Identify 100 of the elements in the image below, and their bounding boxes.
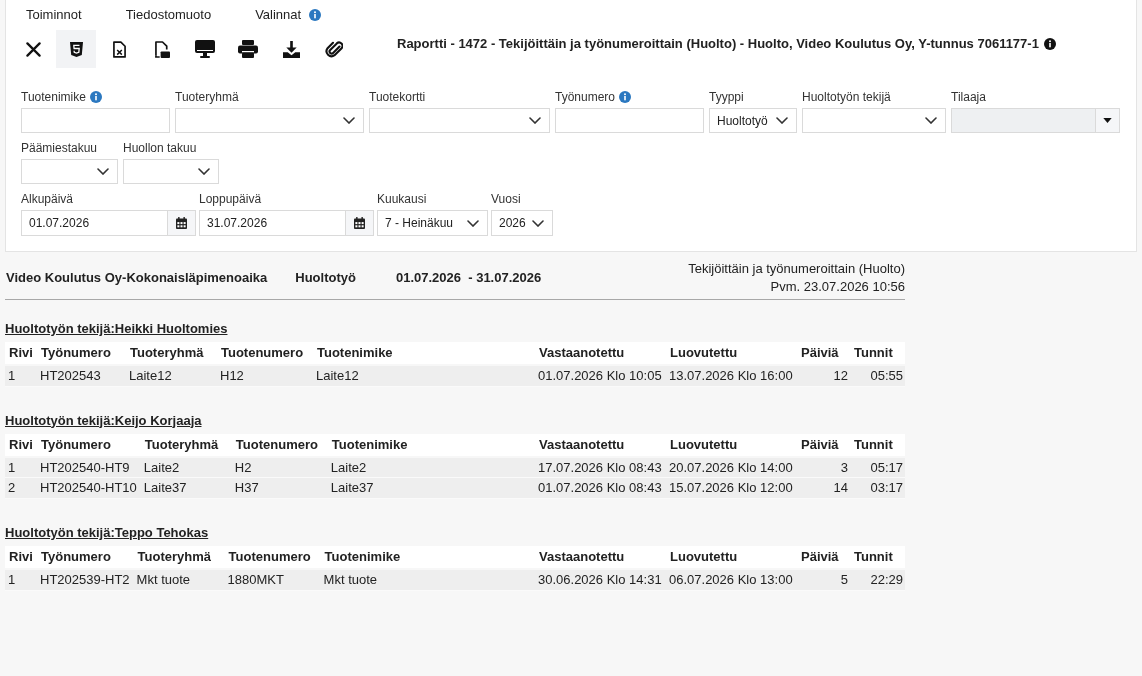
column-header: Tuotenumero	[231, 433, 328, 457]
column-header: Tunnit	[850, 342, 905, 365]
column-header: Vastaanotettu	[535, 433, 666, 457]
column-header: Tunnit	[850, 433, 905, 457]
group-heading: Huoltotyön tekijä:Keijo Korjaaja	[5, 411, 202, 430]
field-label: Tyyppi	[709, 89, 744, 106]
table-cell: 12	[797, 365, 850, 386]
chevron-down-icon	[776, 117, 788, 124]
print-date: Pvm. 23.07.2026 10:56	[770, 278, 905, 296]
table-cell: HT202540-HT9	[37, 456, 141, 478]
calendar-button[interactable]	[168, 210, 196, 236]
text-input[interactable]	[21, 108, 170, 133]
field-label: Huoltotyön tekijä	[802, 89, 891, 106]
chevron-down-icon	[343, 117, 355, 124]
table-cell: 03:17	[850, 477, 905, 499]
table-cell: Mkt tuote	[320, 569, 535, 590]
report-company-title: Video Koulutus Oy-Kokonaisläpimenoaika	[6, 269, 268, 288]
column-header: Tuotenimike	[320, 546, 535, 569]
column-header: Tuoteryhmä	[133, 546, 225, 569]
field-label: Tuoteryhmä	[175, 89, 239, 106]
column-header: Työnumero	[37, 433, 141, 457]
date-input[interactable]: 31.07.2026	[199, 210, 346, 236]
column-header: Luovutettu	[666, 342, 797, 365]
field-label: Tuotekortti	[369, 89, 426, 106]
dropdown-field[interactable]	[802, 108, 946, 133]
group-heading: Huoltotyön tekijä:Teppo Tehokas	[5, 524, 209, 542]
report-name: Tekijöittäin ja työnumeroittain (Huolto)	[688, 260, 905, 278]
menu-item[interactable]: Valinnat	[255, 5, 322, 25]
table-cell: HT202540-HT10	[37, 477, 141, 499]
table-cell: 1	[5, 569, 37, 590]
text-input[interactable]	[555, 108, 704, 133]
table-cell: 1	[5, 456, 37, 478]
toolbar-button[interactable]	[56, 30, 96, 68]
table-cell: 3	[797, 456, 850, 478]
file-icon	[154, 40, 170, 58]
table-cell: H12	[217, 365, 313, 386]
work-type-label: Huoltotyö	[295, 269, 356, 288]
column-header: Tuotenumero	[224, 546, 321, 569]
period-label: 01.07.2026 - 31.07.2026	[395, 269, 542, 288]
column-header: Rivi	[5, 433, 37, 457]
column-header: Päiviä	[797, 433, 850, 457]
table-cell: Laite12	[126, 365, 217, 386]
chevron-down-icon	[198, 168, 210, 175]
file-x-icon	[112, 40, 126, 58]
column-header: Luovutettu	[666, 546, 797, 569]
table-cell: 5	[797, 569, 850, 590]
column-header: Tunnit	[850, 546, 905, 569]
column-header: Työnumero	[37, 546, 134, 569]
column-header: Tuotenimike	[327, 433, 535, 457]
table-cell: 01.07.2026 Klo 08:43	[535, 477, 666, 499]
column-header: Vastaanotettu	[535, 546, 666, 569]
date-input[interactable]: 01.07.2026	[21, 210, 168, 236]
chevron-down-icon	[529, 117, 541, 124]
table-cell: Laite12	[313, 365, 535, 386]
column-header: Rivi	[5, 342, 37, 365]
column-header: Tuotenimike	[313, 342, 535, 365]
column-header: Rivi	[5, 546, 37, 569]
dropdown-field[interactable]	[369, 108, 550, 133]
field-label: Huollon takuu	[123, 140, 197, 157]
table-cell: 13.07.2026 Klo 16:00	[666, 365, 797, 386]
chevron-down-icon	[467, 219, 479, 227]
chevron-down-icon	[925, 117, 937, 124]
calendar-icon	[176, 217, 187, 229]
calendar-button[interactable]	[346, 210, 374, 236]
table-cell: HT202543	[37, 365, 126, 386]
caret-down-icon	[1103, 118, 1112, 123]
table-cell: Laite2	[327, 456, 535, 478]
dropdown-field[interactable]: 2026	[491, 210, 553, 236]
table-cell: 1	[5, 365, 37, 386]
column-header: Tuoteryhmä	[126, 342, 217, 365]
download-icon	[282, 40, 300, 58]
menu-item[interactable]: Toiminnot	[26, 5, 82, 25]
column-header: Luovutettu	[666, 433, 797, 457]
dropdown-field[interactable]	[175, 108, 364, 133]
paperclip-icon	[325, 40, 343, 58]
dropdown-field[interactable]	[21, 159, 118, 184]
table-cell: 01.07.2026 Klo 10:05	[535, 365, 666, 386]
dropdown-field[interactable]: Huoltotyö	[709, 108, 797, 133]
dropdown-field[interactable]	[123, 159, 219, 184]
printer-icon	[238, 40, 258, 58]
close-icon	[25, 41, 41, 57]
field-label: Tuotenimike	[21, 89, 86, 106]
report-title: Raportti - 1472 - Tekijöittäin ja työnumeroittain (Huolto) - Huolto, Video Koulutus Oy, Y-tunnus 7061177-1	[397, 35, 1039, 54]
field-label: Työnumero	[555, 89, 616, 106]
chevron-down-icon	[532, 219, 544, 227]
dropdown-field[interactable]: 7 - Heinäkuu	[377, 210, 488, 236]
column-header: Vastaanotettu	[535, 342, 666, 365]
column-header: Työnumero	[37, 342, 126, 365]
group-heading: Huoltotyön tekijä:Heikki Huoltomies	[5, 320, 228, 338]
table-cell: HT202539-HT2	[37, 569, 134, 590]
menu-item[interactable]: Tiedostomuoto	[125, 5, 212, 25]
column-header: Tuotenumero	[217, 342, 313, 365]
table-cell: 06.07.2026 Klo 13:00	[666, 569, 797, 590]
column-header: Päiviä	[797, 342, 850, 365]
table-cell: 05:17	[850, 456, 905, 478]
dropdown-button[interactable]	[1096, 108, 1120, 133]
table-cell: 22:29	[850, 569, 905, 590]
field-label: Päämiestakuu	[21, 140, 98, 157]
table-cell: 15.07.2026 Klo 12:00	[666, 477, 797, 499]
field-label: Alkupäivä	[21, 191, 74, 208]
